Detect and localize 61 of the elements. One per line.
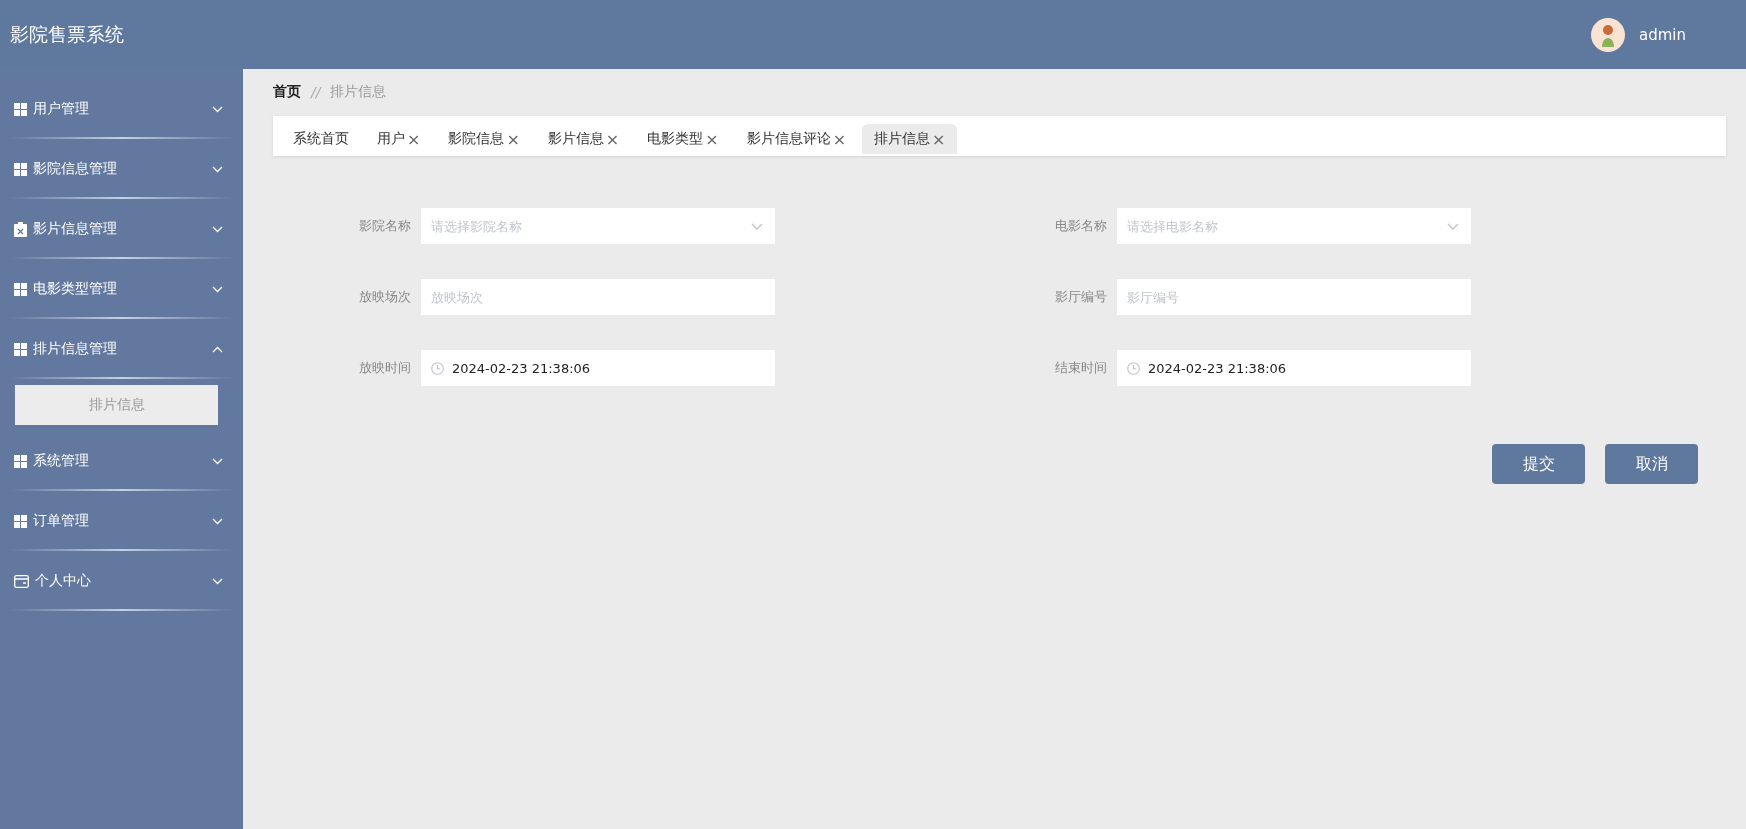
- breadcrumb-separator: //: [311, 84, 321, 100]
- grid-icon: [14, 282, 27, 296]
- field-label: 放映场次: [358, 288, 411, 306]
- breadcrumb-current: 排片信息: [330, 83, 387, 101]
- field-label: 影院名称: [358, 217, 411, 235]
- sidebar-item[interactable]: 系统管理: [0, 431, 243, 491]
- grid-icon: [14, 342, 27, 356]
- sidebar-item[interactable]: 影院信息管理: [0, 139, 243, 199]
- cancel-button[interactable]: 取消: [1605, 444, 1698, 484]
- grid-icon: [14, 514, 27, 528]
- close-icon[interactable]: ×: [932, 129, 946, 149]
- tab[interactable]: 影片信息评论×: [734, 124, 859, 154]
- wallet-icon: [14, 574, 29, 588]
- chevron-up-icon: [212, 345, 223, 353]
- select-field[interactable]: 请选择影院名称: [421, 208, 775, 244]
- sidebar-item[interactable]: 影片信息管理: [0, 199, 243, 259]
- tab[interactable]: 电影类型×: [635, 124, 731, 154]
- select-field[interactable]: 请选择电影名称: [1117, 208, 1471, 244]
- breadcrumb-link[interactable]: 首页: [273, 83, 301, 101]
- chevron-down-icon: [212, 105, 223, 113]
- sidebar-item[interactable]: 订单管理: [0, 491, 243, 551]
- close-icon[interactable]: ×: [705, 129, 719, 149]
- grid-icon: [14, 102, 27, 116]
- close-icon[interactable]: ×: [506, 129, 520, 149]
- app-title: 影院售票系统: [10, 21, 124, 47]
- chevron-down-icon: [212, 225, 223, 233]
- datetime-field[interactable]: 2024-02-23 21:38:06: [421, 350, 775, 386]
- field-label: 电影名称: [1054, 217, 1107, 235]
- tab[interactable]: 排片信息×: [862, 124, 958, 154]
- caret-down-icon: [1447, 223, 1459, 230]
- grid-icon: [14, 454, 27, 468]
- chevron-down-icon: [212, 577, 223, 585]
- clock-icon: [431, 361, 444, 375]
- submit-button[interactable]: 提交: [1492, 444, 1585, 484]
- caret-down-icon: [751, 223, 763, 230]
- chevron-down-icon: [212, 517, 223, 525]
- avatar[interactable]: [1591, 17, 1625, 52]
- close-icon[interactable]: ×: [832, 129, 847, 149]
- close-icon[interactable]: ×: [407, 129, 421, 149]
- close-icon[interactable]: ×: [605, 129, 620, 149]
- clock-icon: [1127, 361, 1140, 375]
- clipboard-icon: [14, 221, 27, 237]
- input-field[interactable]: 影厅编号: [1117, 279, 1471, 315]
- field-label: 影厅编号: [1054, 288, 1107, 306]
- user-name[interactable]: admin: [1639, 25, 1686, 44]
- grid-icon: [14, 162, 27, 176]
- tab[interactable]: 用户×: [365, 124, 433, 154]
- tab[interactable]: 影片信息×: [535, 124, 632, 154]
- sidebar-item[interactable]: 电影类型管理: [0, 259, 243, 319]
- chevron-down-icon: [212, 165, 223, 173]
- sidebar-item[interactable]: 个人中心: [0, 551, 243, 611]
- chevron-down-icon: [212, 285, 223, 293]
- datetime-field[interactable]: 2024-02-23 21:38:06: [1117, 350, 1471, 386]
- sidebar-item[interactable]: 用户管理: [0, 79, 243, 139]
- chevron-down-icon: [212, 457, 223, 465]
- field-label: 结束时间: [1054, 359, 1107, 377]
- tab[interactable]: 影院信息×: [436, 124, 532, 154]
- input-field[interactable]: 放映场次: [421, 279, 775, 315]
- sidebar-item[interactable]: 排片信息管理: [0, 319, 243, 379]
- tab[interactable]: 系统首页: [281, 124, 361, 154]
- field-label: 放映时间: [358, 359, 411, 377]
